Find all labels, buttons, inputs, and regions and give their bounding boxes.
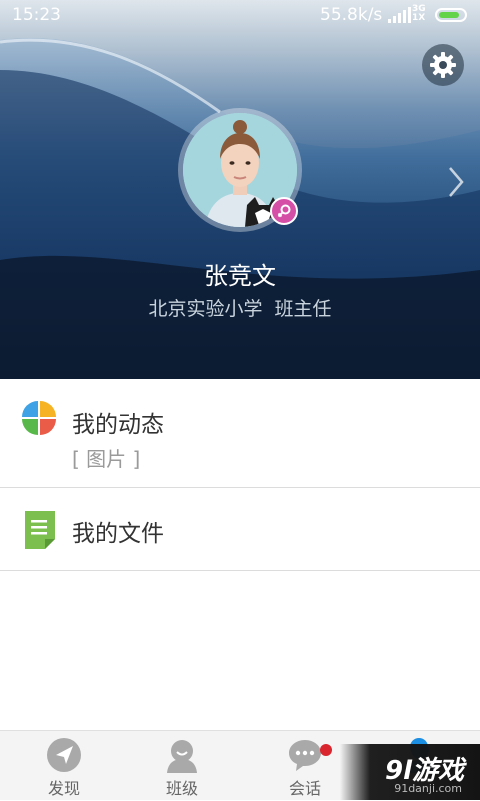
chevron-right-icon[interactable] xyxy=(444,164,468,200)
female-icon xyxy=(277,204,291,218)
user-name: 张竞文 xyxy=(204,262,276,290)
compass-icon xyxy=(47,738,81,772)
class-icon xyxy=(167,740,197,773)
user-affiliation: 北京实验小学 班主任 xyxy=(0,294,480,321)
status-bar: 15:23 55.8k/s 3G 1X xyxy=(0,0,480,32)
status-time: 15:23 xyxy=(12,5,61,25)
signal-icon xyxy=(388,7,411,23)
divider xyxy=(0,570,480,571)
nav-label-discover: 发现 xyxy=(47,779,80,798)
network-speed: 55.8k/s xyxy=(320,5,383,25)
network-type: 3G 1X xyxy=(412,5,426,23)
battery-icon xyxy=(435,8,467,22)
user-school: 北京实验小学 xyxy=(148,298,263,320)
chat-icon xyxy=(289,740,321,771)
user-role: 班主任 xyxy=(274,298,332,320)
menu-label-my-moments: 我的动态 xyxy=(72,412,164,438)
menu-item-my-moments[interactable]: 我的动态 [ 图片 ] xyxy=(0,379,480,487)
menu-label-my-files: 我的文件 xyxy=(72,521,164,547)
menu-item-my-files[interactable]: 我的文件 xyxy=(0,488,480,570)
pinwheel-icon xyxy=(22,401,56,435)
document-icon xyxy=(25,511,55,549)
menu-sub-picture: [ 图片 ] xyxy=(72,447,141,471)
nav-tab-class[interactable]: 班级 xyxy=(122,731,242,801)
profile-header: 15:23 55.8k/s 3G 1X 张竞文 北京实验小学 班主任 xyxy=(0,0,480,379)
network-type-bottom: 1X xyxy=(412,13,426,23)
watermark: 9l游戏 91danji.com xyxy=(340,744,480,800)
nav-label-class: 班级 xyxy=(165,779,198,798)
nav-tab-discover[interactable]: 发现 xyxy=(4,731,124,801)
unread-badge xyxy=(320,744,332,756)
watermark-url: 91danji.com xyxy=(394,782,462,795)
settings-button[interactable] xyxy=(422,44,464,86)
gear-icon xyxy=(430,52,456,78)
gender-badge xyxy=(270,197,298,225)
